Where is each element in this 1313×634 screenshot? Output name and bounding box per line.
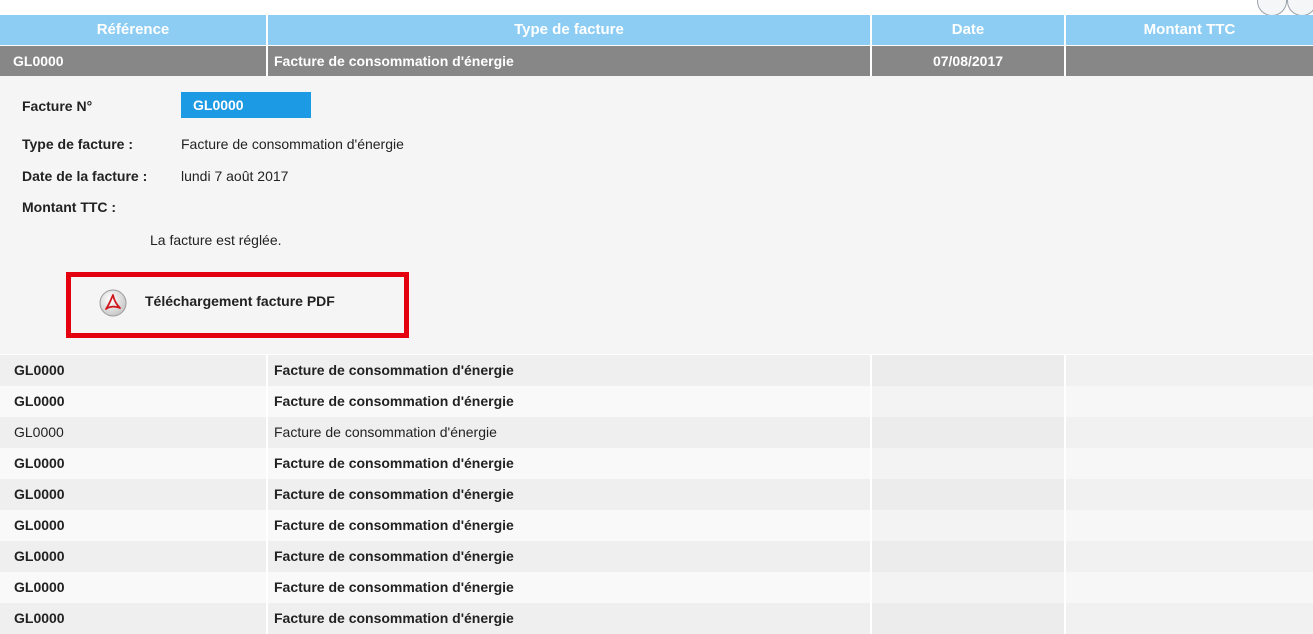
row-reference: GL0000	[0, 386, 268, 417]
column-header-reference[interactable]: Référence	[0, 15, 268, 45]
row-type: Facture de consommation d'énergie	[268, 417, 872, 448]
selected-type: Facture de consommation d'énergie	[268, 46, 872, 76]
row-date	[872, 448, 1066, 479]
invoice-amount-label: Montant TTC :	[22, 199, 117, 215]
row-type: Facture de consommation d'énergie	[268, 603, 872, 634]
row-type: Facture de consommation d'énergie	[268, 386, 872, 417]
row-amount	[1066, 572, 1313, 603]
row-date	[872, 386, 1066, 417]
row-reference: GL0000	[0, 479, 268, 510]
invoice-number-badge: GL0000	[181, 92, 311, 118]
table-row[interactable]: GL0000 Facture de consommation d'énergie	[0, 417, 1313, 448]
previous-page-button[interactable]	[1257, 0, 1287, 16]
download-highlight-box: Téléchargement facture PDF	[66, 272, 409, 338]
row-amount	[1066, 448, 1313, 479]
table-row[interactable]: GL0000 Facture de consommation d'énergie	[0, 603, 1313, 634]
invoice-detail-panel: Facture N° GL0000 Type de facture : Fact…	[0, 76, 1313, 354]
row-type: Facture de consommation d'énergie	[268, 448, 872, 479]
row-date	[872, 355, 1066, 386]
row-type: Facture de consommation d'énergie	[268, 541, 872, 572]
column-header-amount[interactable]: Montant TTC	[1066, 15, 1313, 45]
row-reference: GL0000	[0, 603, 268, 634]
row-amount	[1066, 541, 1313, 572]
row-date	[872, 479, 1066, 510]
table-row[interactable]: GL0000 Facture de consommation d'énergie	[0, 355, 1313, 386]
invoice-page: Référence Type de facture Date Montant T…	[0, 0, 1313, 634]
row-amount	[1066, 603, 1313, 634]
row-amount	[1066, 510, 1313, 541]
row-date	[872, 541, 1066, 572]
invoice-date-label: Date de la facture :	[22, 168, 148, 184]
row-type: Facture de consommation d'énergie	[268, 479, 872, 510]
table-row[interactable]: GL0000 Facture de consommation d'énergie	[0, 448, 1313, 479]
row-reference: GL0000	[0, 417, 268, 448]
download-pdf-link[interactable]: Téléchargement facture PDF	[145, 293, 335, 309]
row-date	[872, 417, 1066, 448]
row-amount	[1066, 355, 1313, 386]
table-header: Référence Type de facture Date Montant T…	[0, 15, 1313, 45]
row-amount	[1066, 417, 1313, 448]
row-reference: GL0000	[0, 572, 268, 603]
selected-amount	[1066, 46, 1313, 76]
invoice-type-label: Type de facture :	[22, 136, 133, 152]
row-reference: GL0000	[0, 355, 268, 386]
invoice-number-label: Facture N°	[22, 98, 93, 114]
selected-reference: GL0000	[0, 46, 268, 76]
selected-invoice-row[interactable]: GL0000 Facture de consommation d'énergie…	[0, 46, 1313, 76]
invoice-type-value: Facture de consommation d'énergie	[181, 136, 404, 152]
invoice-list: GL0000 Facture de consommation d'énergie G…	[0, 355, 1313, 634]
selected-date: 07/08/2017	[872, 46, 1066, 76]
pdf-icon[interactable]	[99, 289, 127, 317]
row-type: Facture de consommation d'énergie	[268, 355, 872, 386]
column-header-date[interactable]: Date	[872, 15, 1066, 45]
table-row[interactable]: GL0000 Facture de consommation d'énergie	[0, 572, 1313, 603]
row-type: Facture de consommation d'énergie	[268, 510, 872, 541]
row-amount	[1066, 479, 1313, 510]
invoice-date-value: lundi 7 août 2017	[181, 168, 289, 184]
table-row[interactable]: GL0000 Facture de consommation d'énergie	[0, 541, 1313, 572]
table-row[interactable]: GL0000 Facture de consommation d'énergie	[0, 479, 1313, 510]
row-type: Facture de consommation d'énergie	[268, 572, 872, 603]
row-amount	[1066, 386, 1313, 417]
row-date	[872, 572, 1066, 603]
payment-status-message: La facture est réglée.	[150, 232, 282, 248]
table-row[interactable]: GL0000 Facture de consommation d'énergie	[0, 386, 1313, 417]
next-page-button[interactable]	[1287, 0, 1313, 16]
column-header-type[interactable]: Type de facture	[268, 15, 872, 45]
row-reference: GL0000	[0, 448, 268, 479]
table-row[interactable]: GL0000 Facture de consommation d'énergie	[0, 510, 1313, 541]
row-date	[872, 603, 1066, 634]
row-reference: GL0000	[0, 541, 268, 572]
row-reference: GL0000	[0, 510, 268, 541]
row-date	[872, 510, 1066, 541]
